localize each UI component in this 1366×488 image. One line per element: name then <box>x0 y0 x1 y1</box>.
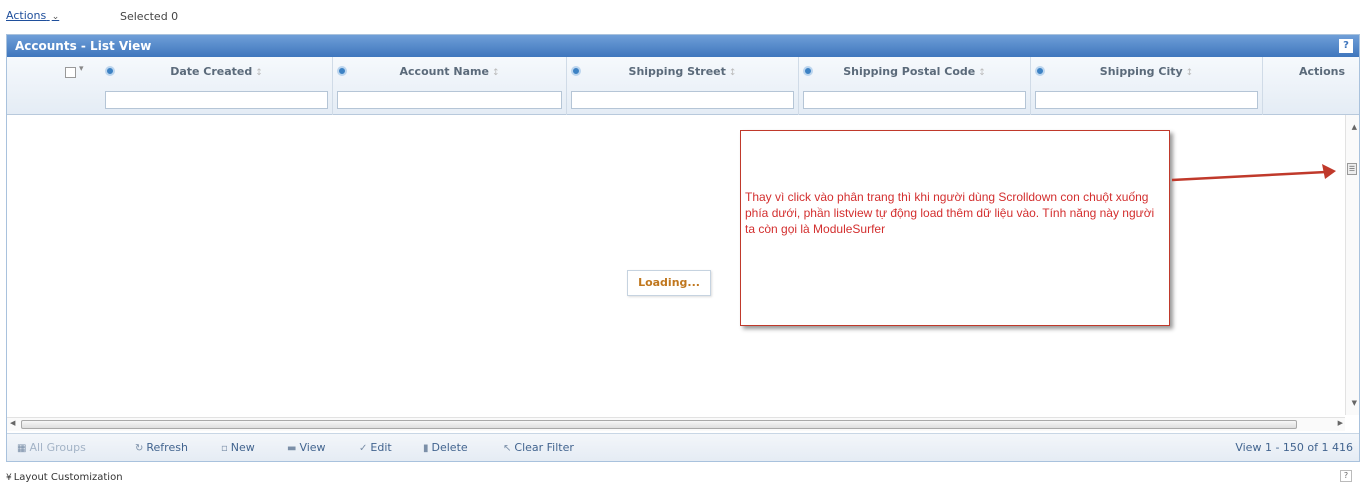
view-label[interactable]: View <box>299 441 325 454</box>
top-action-bar: Actions ⌄ Selected 0 <box>0 0 1366 30</box>
filter-shipping-street-input[interactable] <box>571 91 794 109</box>
new-label[interactable]: New <box>231 441 255 454</box>
groups-icon: ▦ <box>17 443 27 454</box>
scroll-thumb-icon[interactable]: ☰ <box>1347 163 1357 175</box>
edit-label[interactable]: Edit <box>370 441 391 454</box>
loading-indicator: Loading... <box>627 270 711 296</box>
help-icon[interactable]: ? <box>1340 470 1352 482</box>
layout-customization-toggle[interactable]: ¥ Layout Customization <box>6 472 123 483</box>
all-groups-button[interactable]: ▦ All Groups <box>17 441 86 454</box>
column-title[interactable]: Shipping Postal Code <box>843 65 975 78</box>
annotation-callout: Thay vì click vào phân trang thì khi ngư… <box>740 130 1170 326</box>
help-icon[interactable]: ? <box>1339 39 1353 53</box>
chevron-down-icon[interactable]: ⌄ <box>52 12 60 22</box>
select-menu-caret-icon[interactable]: ▾ <box>79 64 84 74</box>
horizontal-scrollbar[interactable]: ◀ ▶ <box>7 417 1345 431</box>
filter-account-name-input[interactable] <box>337 91 562 109</box>
sort-icon[interactable]: ↕ <box>1186 68 1194 78</box>
view-button[interactable]: ▬ View <box>287 441 326 454</box>
grid-title: Accounts - List View <box>15 39 152 53</box>
expand-icon[interactable]: ¥ <box>6 473 12 483</box>
select-all-checkbox[interactable] <box>65 67 76 78</box>
edit-button[interactable]: ✓ Edit <box>359 441 392 454</box>
filter-shipping-city-input[interactable] <box>1035 91 1258 109</box>
sort-icon[interactable]: ↕ <box>255 68 263 78</box>
grid-header-row: ▾ Date Created ↕ Account Name ↕ Shipping S… <box>7 57 1359 115</box>
new-icon: ▫ <box>221 443 228 454</box>
clear-filter-label[interactable]: Clear Filter <box>514 441 574 454</box>
column-title[interactable]: Date Created <box>170 65 252 78</box>
view-icon: ▬ <box>287 443 297 454</box>
scroll-down-icon[interactable]: ▼ <box>1352 399 1357 407</box>
column-title[interactable]: Shipping City <box>1100 65 1183 78</box>
column-account-name: Account Name ↕ <box>333 57 567 115</box>
column-shipping-postal-code: Shipping Postal Code ↕ <box>799 57 1031 115</box>
column-header[interactable]: Account Name ↕ <box>333 65 566 78</box>
filter-date-created-input[interactable] <box>105 91 328 109</box>
clear-filter-icon: ↖ <box>503 443 512 454</box>
column-header[interactable]: Shipping Street ↕ <box>567 65 798 78</box>
layout-customization-label[interactable]: Layout Customization <box>14 472 123 483</box>
grid-toolbar: ▦ All Groups ↻ Refresh ▫ New ▬ View ✓ Edit ▮ D… <box>7 433 1359 461</box>
sort-icon[interactable]: ↕ <box>978 68 986 78</box>
column-shipping-city: Shipping City ↕ <box>1031 57 1263 115</box>
horizontal-scroll-thumb[interactable] <box>21 420 1297 429</box>
selected-count: Selected 0 <box>120 10 179 23</box>
column-header[interactable]: Shipping Postal Code ↕ <box>799 65 1030 78</box>
delete-icon: ▮ <box>423 443 429 454</box>
grid-title-bar: Accounts - List View ? <box>7 35 1359 57</box>
new-button[interactable]: ▫ New <box>221 441 255 454</box>
refresh-icon: ↻ <box>135 443 144 454</box>
column-header[interactable]: Shipping City ↕ <box>1031 65 1262 78</box>
column-header[interactable]: Date Created ↕ <box>101 65 332 78</box>
column-title[interactable]: Shipping Street <box>629 65 726 78</box>
delete-button[interactable]: ▮ Delete <box>423 441 468 454</box>
annotation-arrow <box>1171 164 1336 182</box>
all-groups-label[interactable]: All Groups <box>29 441 85 454</box>
refresh-button[interactable]: ↻ Refresh <box>135 441 188 454</box>
vertical-scrollbar[interactable]: ▲ ☰ ▼ <box>1345 115 1359 415</box>
actions-menu-label[interactable]: Actions <box>6 9 46 22</box>
scroll-left-icon[interactable]: ◀ <box>10 419 15 427</box>
pager-info: View 1 - 150 of 1 416 <box>1235 441 1353 454</box>
scroll-right-icon[interactable]: ▶ <box>1338 419 1343 427</box>
refresh-label[interactable]: Refresh <box>146 441 188 454</box>
column-shipping-street: Shipping Street ↕ <box>567 57 799 115</box>
filter-shipping-postal-code-input[interactable] <box>803 91 1026 109</box>
column-date-created: Date Created ↕ <box>101 57 333 115</box>
delete-label[interactable]: Delete <box>432 441 468 454</box>
actions-menu-link[interactable]: Actions ⌄ <box>6 9 59 22</box>
edit-icon: ✓ <box>359 443 368 454</box>
annotation-text: Thay vì click vào phân trang thì khi ngư… <box>745 190 1155 236</box>
sort-icon[interactable]: ↕ <box>729 68 737 78</box>
column-title[interactable]: Account Name <box>400 65 489 78</box>
actions-column-header: Actions <box>1299 65 1345 78</box>
sort-icon[interactable]: ↕ <box>492 68 500 78</box>
clear-filter-button[interactable]: ↖ Clear Filter <box>503 441 574 454</box>
scroll-up-icon[interactable]: ▲ <box>1352 123 1357 131</box>
